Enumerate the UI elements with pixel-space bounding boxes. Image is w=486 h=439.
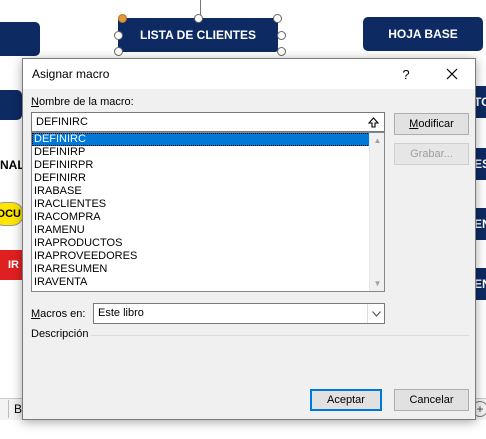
resize-handle-left[interactable] bbox=[114, 31, 123, 40]
dialog-title: Asignar macro bbox=[32, 67, 110, 81]
help-button[interactable]: ? bbox=[395, 63, 417, 85]
macro-list-item[interactable]: IRACOMPRA bbox=[32, 211, 370, 224]
macro-list-item[interactable]: IRAPROVEEDORES bbox=[32, 250, 370, 263]
cancel-button[interactable]: Cancelar bbox=[394, 389, 469, 411]
macro-list-item[interactable]: IRARESUMEN bbox=[32, 263, 370, 276]
macro-list-item[interactable]: DEFINIRPR bbox=[32, 159, 370, 172]
resize-handle-top-right[interactable] bbox=[273, 14, 282, 23]
red-shape[interactable]: IR bbox=[0, 250, 22, 280]
resize-handle-bottom-right[interactable] bbox=[277, 47, 286, 56]
scroll-down-icon[interactable]: ▼ bbox=[370, 276, 384, 291]
navy-shape-left-mid[interactable] bbox=[0, 90, 22, 120]
rotation-handle[interactable] bbox=[118, 14, 127, 23]
macro-list[interactable]: DEFINIRC DEFINIRP DEFINIRPR DEFINIRR IRABASE… bbox=[31, 132, 385, 292]
macros-in-label: Macros en: bbox=[31, 308, 86, 320]
macro-list-item[interactable]: IRAPRODUCTOS bbox=[32, 237, 370, 250]
close-icon[interactable] bbox=[437, 63, 467, 85]
record-button[interactable]: Grabar... bbox=[394, 143, 469, 165]
macro-name-input[interactable] bbox=[31, 112, 385, 132]
macro-list-items: DEFINIRC DEFINIRP DEFINIRPR DEFINIRR IRABASE… bbox=[32, 133, 370, 289]
macro-list-item[interactable]: IRABASE bbox=[32, 185, 370, 198]
sheet-tab-label[interactable]: B bbox=[14, 402, 22, 416]
macro-list-item[interactable]: IRACLIENTES bbox=[32, 198, 370, 211]
collapse-up-icon[interactable] bbox=[363, 113, 383, 131]
hoja-base-button[interactable]: HOJA BASE bbox=[363, 17, 483, 51]
sheet-text-nal: NAL bbox=[0, 158, 25, 172]
resize-handle-bottom-left[interactable] bbox=[114, 47, 123, 56]
list-scrollbar[interactable]: ▲ ▼ bbox=[369, 133, 384, 291]
description-label: Descripción bbox=[31, 328, 89, 340]
macro-name-label: Nombre de la macro: bbox=[31, 96, 134, 108]
assign-macro-dialog: Asignar macro ? Nombre de la macro: DEFI… bbox=[22, 58, 476, 420]
modify-button[interactable]: Modificar bbox=[394, 113, 469, 135]
resize-handle-top[interactable] bbox=[194, 14, 203, 23]
navy-shape-left-top[interactable] bbox=[0, 22, 40, 56]
macro-list-item[interactable]: IRAMENU bbox=[32, 224, 370, 237]
macros-in-select[interactable]: Este libro bbox=[93, 303, 385, 324]
resize-handle-right[interactable] bbox=[277, 31, 286, 40]
lista-clientes-button[interactable]: LISTA DE CLIENTES bbox=[118, 18, 278, 52]
macro-list-item[interactable]: DEFINIRP bbox=[32, 146, 370, 159]
bottom-strip bbox=[0, 420, 486, 439]
chevron-down-icon[interactable] bbox=[367, 304, 384, 323]
macro-list-item[interactable]: DEFINIRC bbox=[32, 133, 370, 146]
accept-button[interactable]: Aceptar bbox=[310, 389, 382, 411]
macro-list-item[interactable]: IRAVENTA bbox=[32, 276, 370, 289]
macro-list-item[interactable]: DEFINIRR bbox=[32, 172, 370, 185]
macros-in-value: Este libro bbox=[98, 307, 144, 319]
description-divider bbox=[91, 335, 469, 336]
tab-separator bbox=[8, 400, 9, 418]
yellow-shape[interactable]: OCU bbox=[0, 202, 24, 226]
scroll-up-icon[interactable]: ▲ bbox=[370, 133, 384, 148]
dialog-titlebar[interactable]: Asignar macro ? bbox=[23, 59, 475, 89]
